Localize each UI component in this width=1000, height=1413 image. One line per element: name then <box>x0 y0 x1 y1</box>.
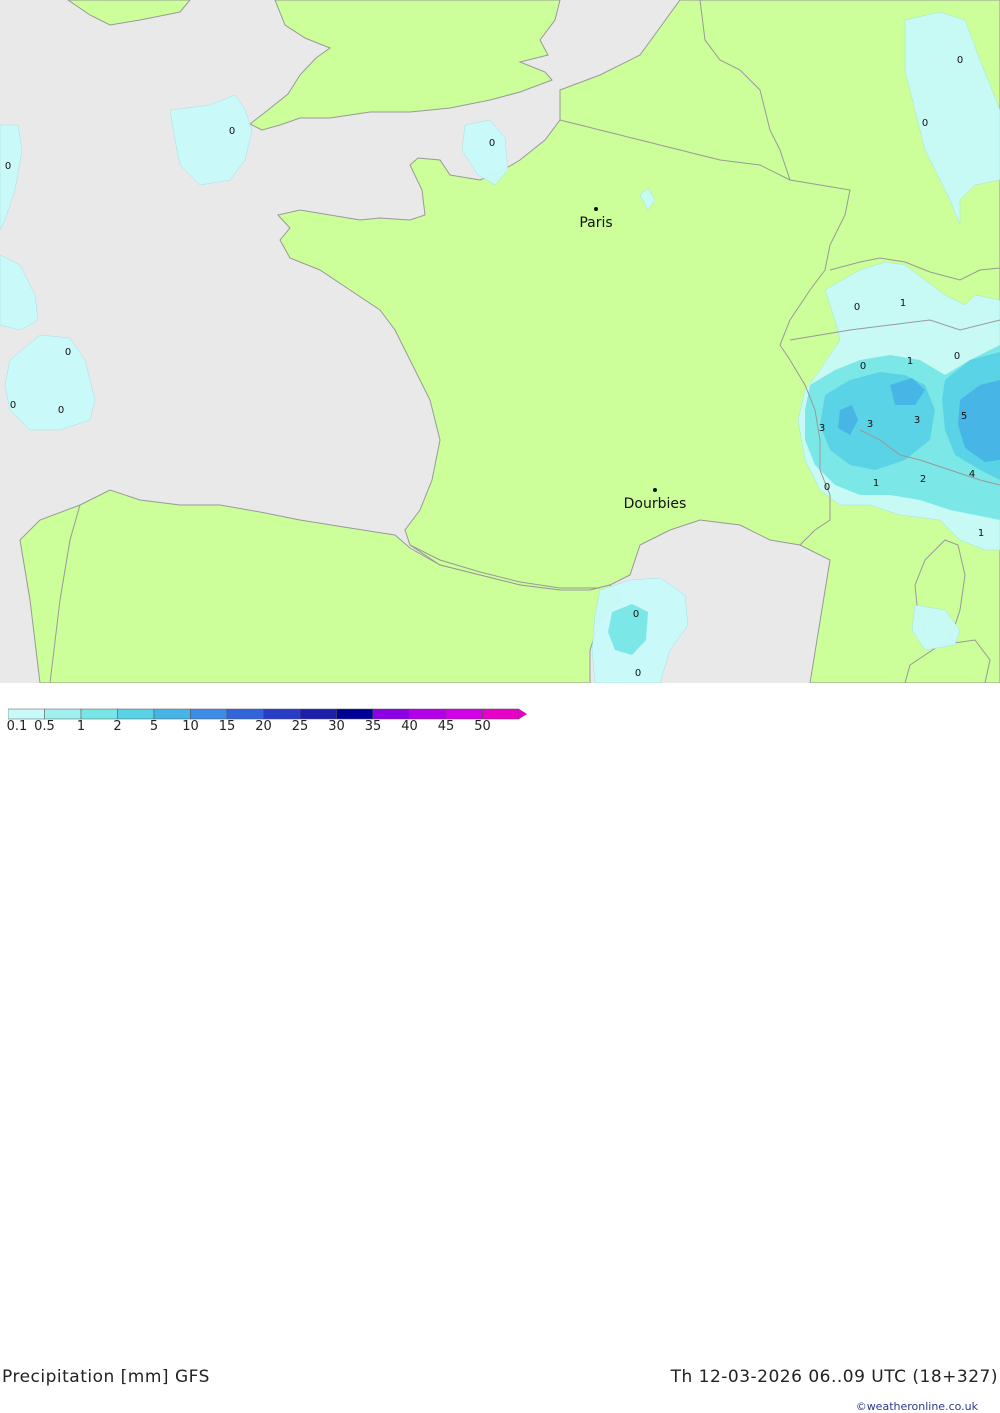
scale-swatch <box>80 708 118 720</box>
city-marker <box>653 488 657 492</box>
scale-swatch <box>336 708 374 720</box>
precip-label: 1 <box>907 356 913 367</box>
precip-label: 0 <box>633 609 639 620</box>
scale-tick-label: 45 <box>437 719 455 734</box>
precip-label: 1 <box>978 528 984 539</box>
precip-label: 0 <box>824 482 830 493</box>
precip-label: 0 <box>954 351 960 362</box>
scale-tick-label: 50 <box>474 719 491 734</box>
city-label: Paris <box>579 215 612 231</box>
scale-swatch <box>117 708 155 720</box>
valid-time: Th 12-03-2026 06..09 UTC (18+327) <box>670 1367 998 1387</box>
credit-link[interactable]: ©weatheronline.co.uk <box>856 1400 978 1413</box>
scale-tick-label: 40 <box>401 719 418 734</box>
precipitation-map[interactable]: 0 0 0 0 0 0 0 0 0 0 0 0 0 1 1 1 0 3 3 3 … <box>0 0 1000 684</box>
precip-label: 0 <box>5 161 11 172</box>
precip-label: 1 <box>873 478 879 489</box>
scale-tick-label: 10 <box>182 719 199 734</box>
precip-label: 1 <box>900 298 906 309</box>
scale-swatch <box>44 708 82 720</box>
precip-label: 0 <box>860 361 866 372</box>
scale-swatch <box>153 708 191 720</box>
scale-tick-label: 5 <box>149 719 159 734</box>
scale-swatch <box>372 708 410 720</box>
scale-swatch <box>263 708 301 720</box>
precip-label: 0 <box>922 118 928 129</box>
precip-label: 2 <box>920 474 926 485</box>
precip-label: 3 <box>867 419 873 430</box>
scale-swatch <box>482 708 520 720</box>
precip-label: 0 <box>854 302 860 313</box>
scale-swatch <box>8 708 45 720</box>
precip-label: 3 <box>819 423 825 434</box>
city-marker <box>594 207 598 211</box>
city-label: Dourbies <box>624 496 687 512</box>
scale-tick-label: 15 <box>218 719 236 734</box>
scale-swatch <box>299 708 337 720</box>
scale-tick-label: 20 <box>255 719 272 734</box>
scale-swatch <box>190 708 228 720</box>
scale-arrow <box>519 709 527 719</box>
precip-label: 0 <box>635 668 641 679</box>
precip-label: 0 <box>58 405 64 416</box>
scale-tick-label: 0.1 <box>6 719 28 734</box>
scale-tick-label: 1 <box>76 719 86 734</box>
precip-label: 0 <box>65 347 71 358</box>
scale-swatch <box>445 708 483 720</box>
precip-label: 0 <box>489 138 495 149</box>
scale-swatch <box>226 708 264 720</box>
scale-swatch <box>409 708 447 720</box>
precip-label: 0 <box>229 126 235 137</box>
precip-label: 4 <box>969 469 975 480</box>
scale-tick-label: 35 <box>364 719 382 734</box>
scale-tick-label: 30 <box>328 719 345 734</box>
scale-tick-label: 0.5 <box>34 719 55 734</box>
map-title: Precipitation [mm] GFS <box>2 1367 210 1387</box>
scale-tick-label: 2 <box>113 719 122 734</box>
scale-tick-label: 25 <box>291 719 309 734</box>
precip-label: 3 <box>914 415 920 426</box>
precip-label: 0 <box>957 55 963 66</box>
precip-label: 0 <box>10 400 16 411</box>
precip-label: 5 <box>961 411 967 422</box>
